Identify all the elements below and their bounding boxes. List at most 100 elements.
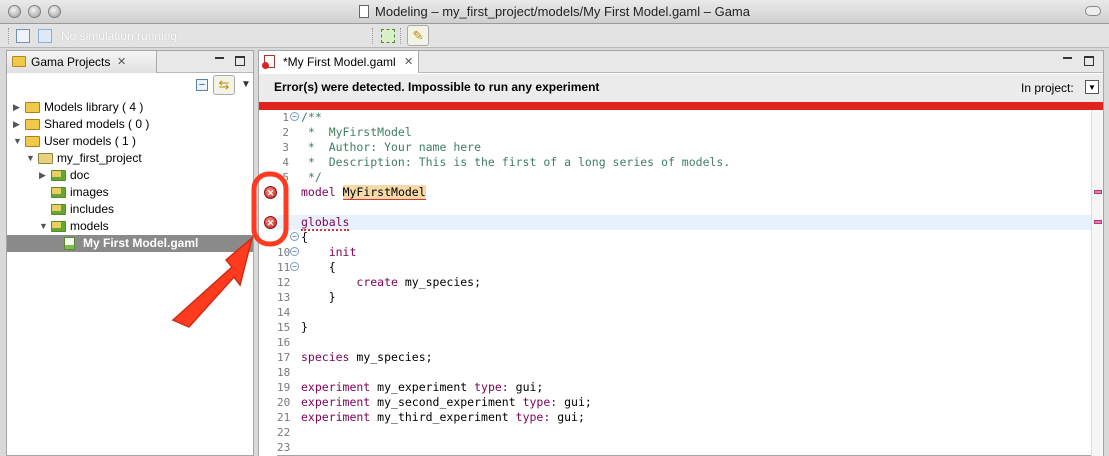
code-token: } [301,290,336,304]
error-marker-icon[interactable]: ✕ [264,216,277,229]
brush-icon[interactable]: ✎ [407,25,429,46]
line-number: 12 [277,276,291,289]
code-line[interactable]: 20 experiment my_second_experiment type: … [277,395,1091,410]
code-line[interactable]: 19 experiment my_experiment type: gui; [277,380,1091,395]
folder-icon [51,170,66,181]
code-text: */ [301,170,322,185]
fold-toggle-icon[interactable]: − [290,247,299,256]
tree-item[interactable]: images [7,184,253,201]
overview-ruler[interactable] [1091,110,1103,456]
main-toolbar: No simulation running ✎ [0,24,1109,48]
expand-twisty-icon[interactable]: ▶ [39,167,49,184]
tree-item[interactable]: ▼ User models ( 1 ) [7,133,253,150]
code-line[interactable]: 4 * Description: This is the first of a … [277,155,1091,170]
code-line[interactable]: 17 species my_species; [277,350,1091,365]
code-line[interactable]: 10− init [277,245,1091,260]
close-tab-icon[interactable]: ✕ [117,51,126,73]
annotation-gutter[interactable]: ✕ ✕ [259,110,277,456]
folder-icon [51,187,66,198]
fold-toggle-icon[interactable]: − [290,262,299,271]
code-text: /** [301,110,322,125]
tree-item[interactable]: ▼ my_first_project [7,150,253,167]
code-line[interactable]: 1−/** [277,110,1091,125]
ruler-error-marker[interactable] [1094,220,1102,224]
code-line[interactable]: 2 * MyFirstModel [277,125,1091,140]
tree-item[interactable]: ▶ Models library ( 4 ) [7,99,253,116]
line-number: 20 [277,396,291,409]
line-number: 23 [277,441,291,454]
minimize-view-icon[interactable] [215,57,224,60]
code-editor[interactable]: 1−/** 2 * MyFirstModel 3 * Author: Your na… [277,110,1091,456]
code-line[interactable]: 5 */ [277,170,1091,185]
project-dropdown[interactable]: ▼ [1085,80,1099,94]
collapse-twisty-icon[interactable]: ▼ [39,218,49,235]
code-line[interactable]: 18 [277,365,1091,380]
ruler-error-marker[interactable] [1094,190,1102,194]
tree-item-label: images [70,185,109,199]
code-line[interactable]: 12 create my_species; [277,275,1091,290]
code-line[interactable]: −{ [277,230,1091,245]
error-marker-icon[interactable]: ✕ [264,186,277,199]
projects-tabbar: Gama Projects ✕ [7,51,253,73]
code-line[interactable] [277,200,1091,215]
project-icon [38,153,53,164]
code-text: create my_species; [301,275,481,290]
code-line[interactable]: 23 [277,440,1091,455]
code-token: experiment [301,395,371,409]
error-token: MyFirstModel [342,185,426,200]
select-icon[interactable] [381,29,395,43]
tab-my-first-model[interactable]: *My First Model.gaml ✕ [259,51,419,73]
view-menu-icon[interactable]: ▼ [241,79,251,90]
collapse-twisty-icon[interactable]: ▼ [26,150,36,167]
toolbar-toggle-button[interactable] [1085,6,1101,16]
collapse-twisty-icon[interactable]: ▼ [13,133,23,150]
code-text: } [301,320,308,335]
code-token: { [301,230,308,244]
fold-toggle-icon[interactable]: − [290,232,299,241]
tab-gama-projects[interactable]: Gama Projects ✕ [7,51,157,73]
gaml-file-error-icon [262,55,275,69]
minimize-editor-icon[interactable] [1063,57,1072,60]
tree-item-label: Models library ( 4 ) [44,100,144,114]
code-text: { [301,260,336,275]
collapse-all-icon[interactable]: − [196,79,208,91]
layout-icon[interactable] [16,29,30,43]
simulation-icon[interactable] [38,29,52,43]
tree-item[interactable]: ▶ Shared models ( 0 ) [7,116,253,133]
code-line[interactable]: 15} [277,320,1091,335]
error-status-bar: Error(s) were detected. Impossible to ru… [259,74,1103,102]
maximize-view-icon[interactable] [235,56,245,66]
code-line[interactable]: 14 [277,305,1091,320]
tree-item[interactable]: ▼ models [7,218,253,235]
tree-item-label: My First Model.gaml [83,236,199,250]
code-text: experiment my_third_experiment type: gui… [301,410,585,425]
code-line[interactable]: 21 experiment my_third_experiment type: g… [277,410,1091,425]
tree-item[interactable]: ▶ doc [7,167,253,184]
tree-item[interactable]: My First Model.gaml [7,235,253,252]
code-token: * Author: Your name here [301,140,482,154]
close-tab-icon[interactable]: ✕ [404,51,413,73]
code-line[interactable]: model MyFirstModel [277,185,1091,200]
folder-icon [25,136,40,147]
folder-icon [25,119,40,130]
link-with-editor-icon[interactable]: ⇆ [213,75,235,95]
expand-twisty-icon[interactable]: ▶ [13,116,23,133]
code-line[interactable]: 11− { [277,260,1091,275]
folder-icon [51,204,66,215]
code-line[interactable]: 16 [277,335,1091,350]
code-text: init [301,245,357,260]
maximize-editor-icon[interactable] [1084,56,1094,66]
window-titlebar: Modeling – my_first_project/models/My Fi… [0,0,1109,24]
code-text: experiment my_second_experiment type: gu… [301,395,592,410]
in-project-label: In project: [1021,81,1074,95]
code-line[interactable]: 3 * Author: Your name here [277,140,1091,155]
tree-item[interactable]: includes [7,201,253,218]
editor-tabbar: *My First Model.gaml ✕ [259,51,1103,73]
code-line[interactable]: globals [277,215,1091,231]
code-line[interactable]: 22 [277,425,1091,440]
code-token: gui; [557,395,592,409]
fold-toggle-icon[interactable]: − [290,112,299,121]
code-line[interactable]: 13 } [277,290,1091,305]
expand-twisty-icon[interactable]: ▶ [13,99,23,116]
